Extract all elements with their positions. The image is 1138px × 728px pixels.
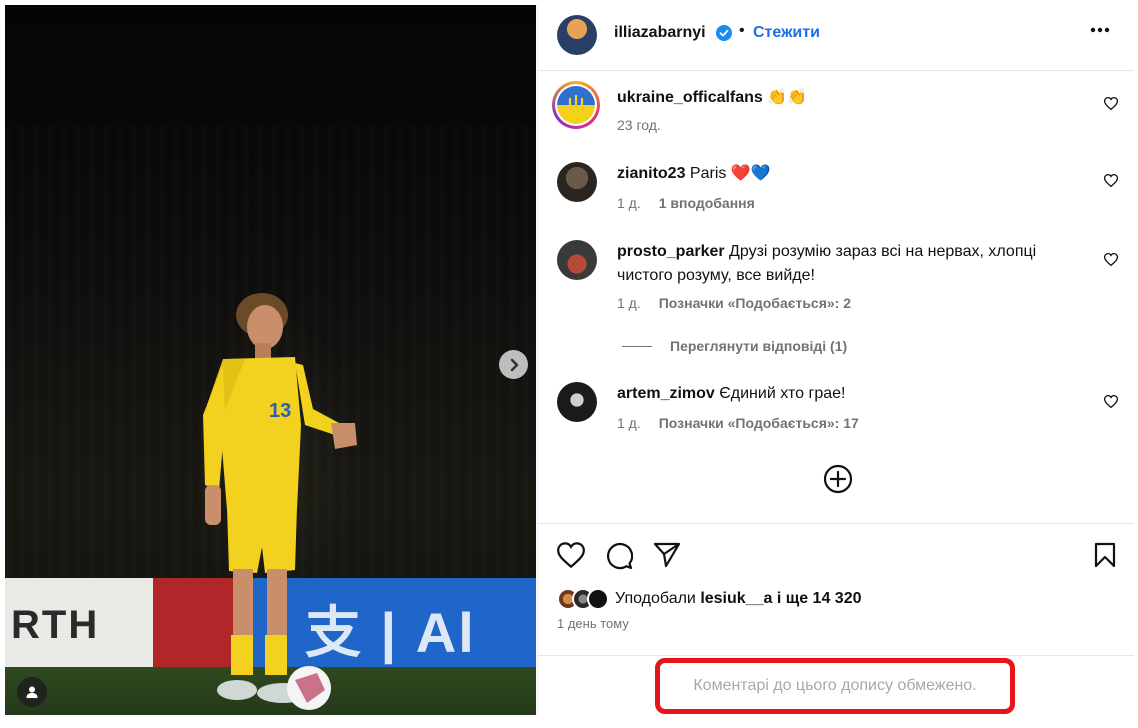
post-side-panel: illiazabarnyi • Стежити ukraine_officalf… — [537, 5, 1134, 717]
follow-button[interactable]: Стежити — [753, 24, 820, 42]
replies-divider — [622, 345, 652, 347]
likes-summary: Уподобали lesiuk__a і ще 14 320 — [557, 587, 862, 611]
comment-meta: 1 д. Позначки «Подобається»: 2 — [617, 295, 851, 311]
comment-time[interactable]: 23 год. — [617, 117, 661, 133]
more-options-icon[interactable] — [1090, 27, 1110, 33]
post-date[interactable]: 1 день тому — [557, 616, 629, 631]
story-ring-avatar[interactable] — [552, 81, 600, 129]
comment-likes[interactable]: 1 вподобання — [659, 195, 755, 211]
verified-badge-icon — [716, 25, 732, 41]
comment-text: artem_zimov Єдиний хто грае! — [617, 382, 1087, 406]
heart-icon[interactable] — [1104, 395, 1118, 408]
comment-text: zianito23 Paris ❤️💙 — [617, 162, 1087, 186]
view-replies-button[interactable]: Переглянути відповіді (1) — [622, 338, 847, 354]
comment-text: ukraine_officalfans 👏👏 — [617, 86, 1087, 110]
comment-time[interactable]: 1 д. — [617, 415, 641, 431]
heart-icon[interactable] — [1104, 174, 1118, 187]
comment-meta: 1 д. 1 вподобання — [617, 195, 755, 211]
comment-body: Paris ❤️💙 — [685, 165, 771, 182]
header-separator: • — [739, 22, 745, 39]
football-player: 13 — [203, 293, 357, 710]
comment-username[interactable]: artem_zimov — [617, 385, 715, 402]
heart-icon[interactable] — [1104, 253, 1118, 266]
post-header: illiazabarnyi • Стежити — [538, 5, 1134, 71]
comment-meta: 23 год. — [617, 117, 661, 133]
ad-board-text-left: RTH — [11, 603, 100, 647]
comment-time[interactable]: 1 д. — [617, 295, 641, 311]
comment-username[interactable]: zianito23 — [617, 165, 685, 182]
comment-icon[interactable] — [605, 542, 633, 570]
share-icon[interactable] — [653, 542, 681, 568]
chevron-right-icon — [510, 358, 518, 371]
comment-likes[interactable]: Позначки «Подобається»: 2 — [659, 295, 851, 311]
comment-username[interactable]: prosto_parker — [617, 243, 725, 260]
bookmark-icon[interactable] — [1094, 542, 1116, 568]
author-username[interactable]: illiazabarnyi — [614, 24, 706, 42]
likes-text[interactable]: Уподобали lesiuk__a і ще 14 320 — [615, 590, 862, 608]
heart-icon[interactable] — [557, 542, 585, 568]
commenter-avatar[interactable] — [557, 240, 597, 280]
author-avatar[interactable] — [557, 15, 597, 55]
comment-likes[interactable]: Позначки «Подобається»: 17 — [659, 415, 859, 431]
comment-meta: 1 д. Позначки «Подобається»: 17 — [617, 415, 859, 431]
user-tag-icon — [26, 686, 38, 698]
comment-username[interactable]: ukraine_officalfans — [617, 89, 763, 106]
user-tag-button[interactable] — [17, 677, 47, 707]
comment-text: prosto_parker Друзі розумію зараз всі на… — [617, 240, 1087, 288]
view-replies-label: Переглянути відповіді (1) — [670, 338, 848, 354]
trident-logo-icon — [568, 95, 584, 115]
liker-avatar[interactable] — [587, 588, 609, 610]
jersey-number: 13 — [269, 400, 291, 422]
comment-body: Єдиний хто грае! — [714, 385, 846, 402]
post-action-bar — [538, 523, 1134, 583]
comments-restricted-notice: Коментарі до цього допису обмежено. — [693, 677, 977, 694]
heart-icon[interactable] — [1104, 97, 1118, 110]
comment-body: 👏👏 — [762, 89, 808, 106]
commenter-avatar[interactable] — [557, 382, 597, 422]
comment-footer: Коментарі до цього допису обмежено. — [538, 655, 1134, 717]
comment-time[interactable]: 1 д. — [617, 195, 641, 211]
carousel-next-button[interactable] — [499, 350, 528, 379]
commenter-avatar[interactable] — [557, 162, 597, 202]
add-circle-icon[interactable] — [823, 464, 853, 494]
post-photo[interactable]: RTH 支 | Al 13 — [5, 5, 536, 715]
comments-restricted-highlight: Коментарі до цього допису обмежено. — [655, 658, 1015, 714]
